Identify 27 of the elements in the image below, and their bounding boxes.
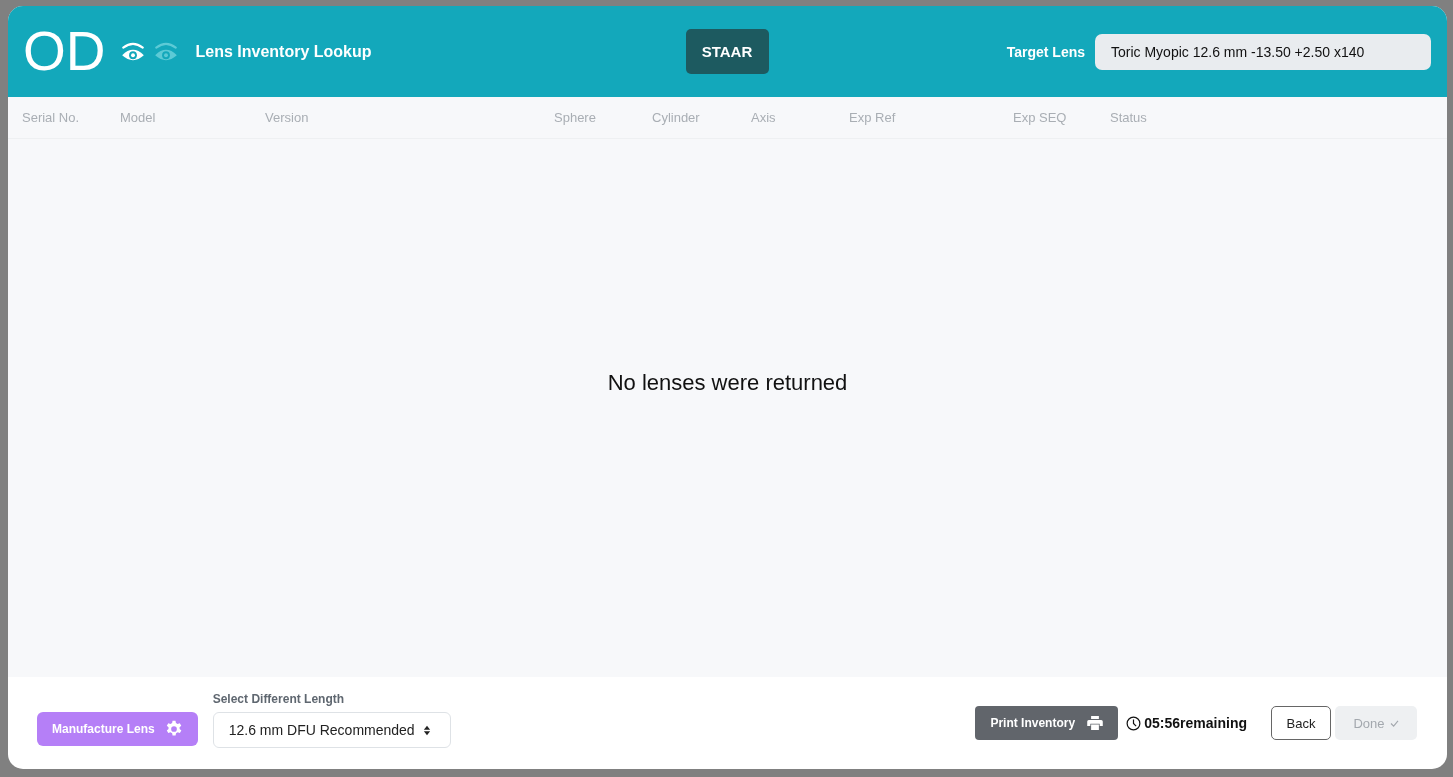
- manufacturer-button[interactable]: STAAR: [685, 29, 769, 74]
- print-inventory-button[interactable]: Print Inventory: [975, 706, 1119, 740]
- column-header: Version: [265, 110, 309, 125]
- column-header: Cylinder: [652, 110, 700, 125]
- back-button[interactable]: Back: [1271, 706, 1331, 740]
- dialog-title: Lens Inventory Lookup: [195, 42, 372, 61]
- column-header: Sphere: [554, 110, 596, 125]
- column-header: Exp SEQ: [1013, 110, 1067, 125]
- empty-message: No lenses were returned: [607, 370, 848, 396]
- column-header: Exp Ref: [849, 110, 896, 125]
- checkmark-icon: [1389, 719, 1399, 727]
- printer-icon: [1087, 716, 1104, 730]
- length-label: Select Different Length: [212, 692, 346, 706]
- time-remaining: 05:56remaining: [1144, 715, 1247, 731]
- gear-icon: [164, 720, 183, 738]
- column-header: Status: [1110, 110, 1147, 125]
- column-header: Serial No.: [22, 110, 80, 125]
- eye-icon[interactable]: [119, 40, 146, 63]
- eye-code: OD: [23, 24, 106, 79]
- clock-icon: [1126, 715, 1142, 731]
- eye-icon[interactable]: [152, 40, 179, 63]
- column-header: Axis: [751, 110, 776, 125]
- column-header: Model: [120, 110, 156, 125]
- sort-arrows-icon: [422, 724, 431, 736]
- target-lens-field: Toric Myopic 12.6 mm -13.50 +2.50 x140: [1095, 33, 1431, 70]
- length-select[interactable]: 12.6 mm DFU Recommended: [212, 712, 451, 748]
- target-lens-label: Target Lens: [1006, 43, 1085, 60]
